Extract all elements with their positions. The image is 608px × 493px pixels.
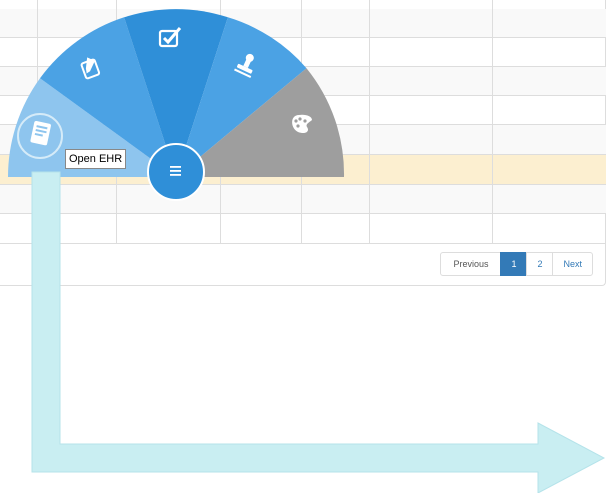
menu-toggle-button[interactable] bbox=[147, 143, 205, 201]
radial-menu bbox=[7, 9, 345, 201]
menu-icon bbox=[170, 166, 181, 176]
tooltip: Open EHR bbox=[65, 149, 127, 169]
